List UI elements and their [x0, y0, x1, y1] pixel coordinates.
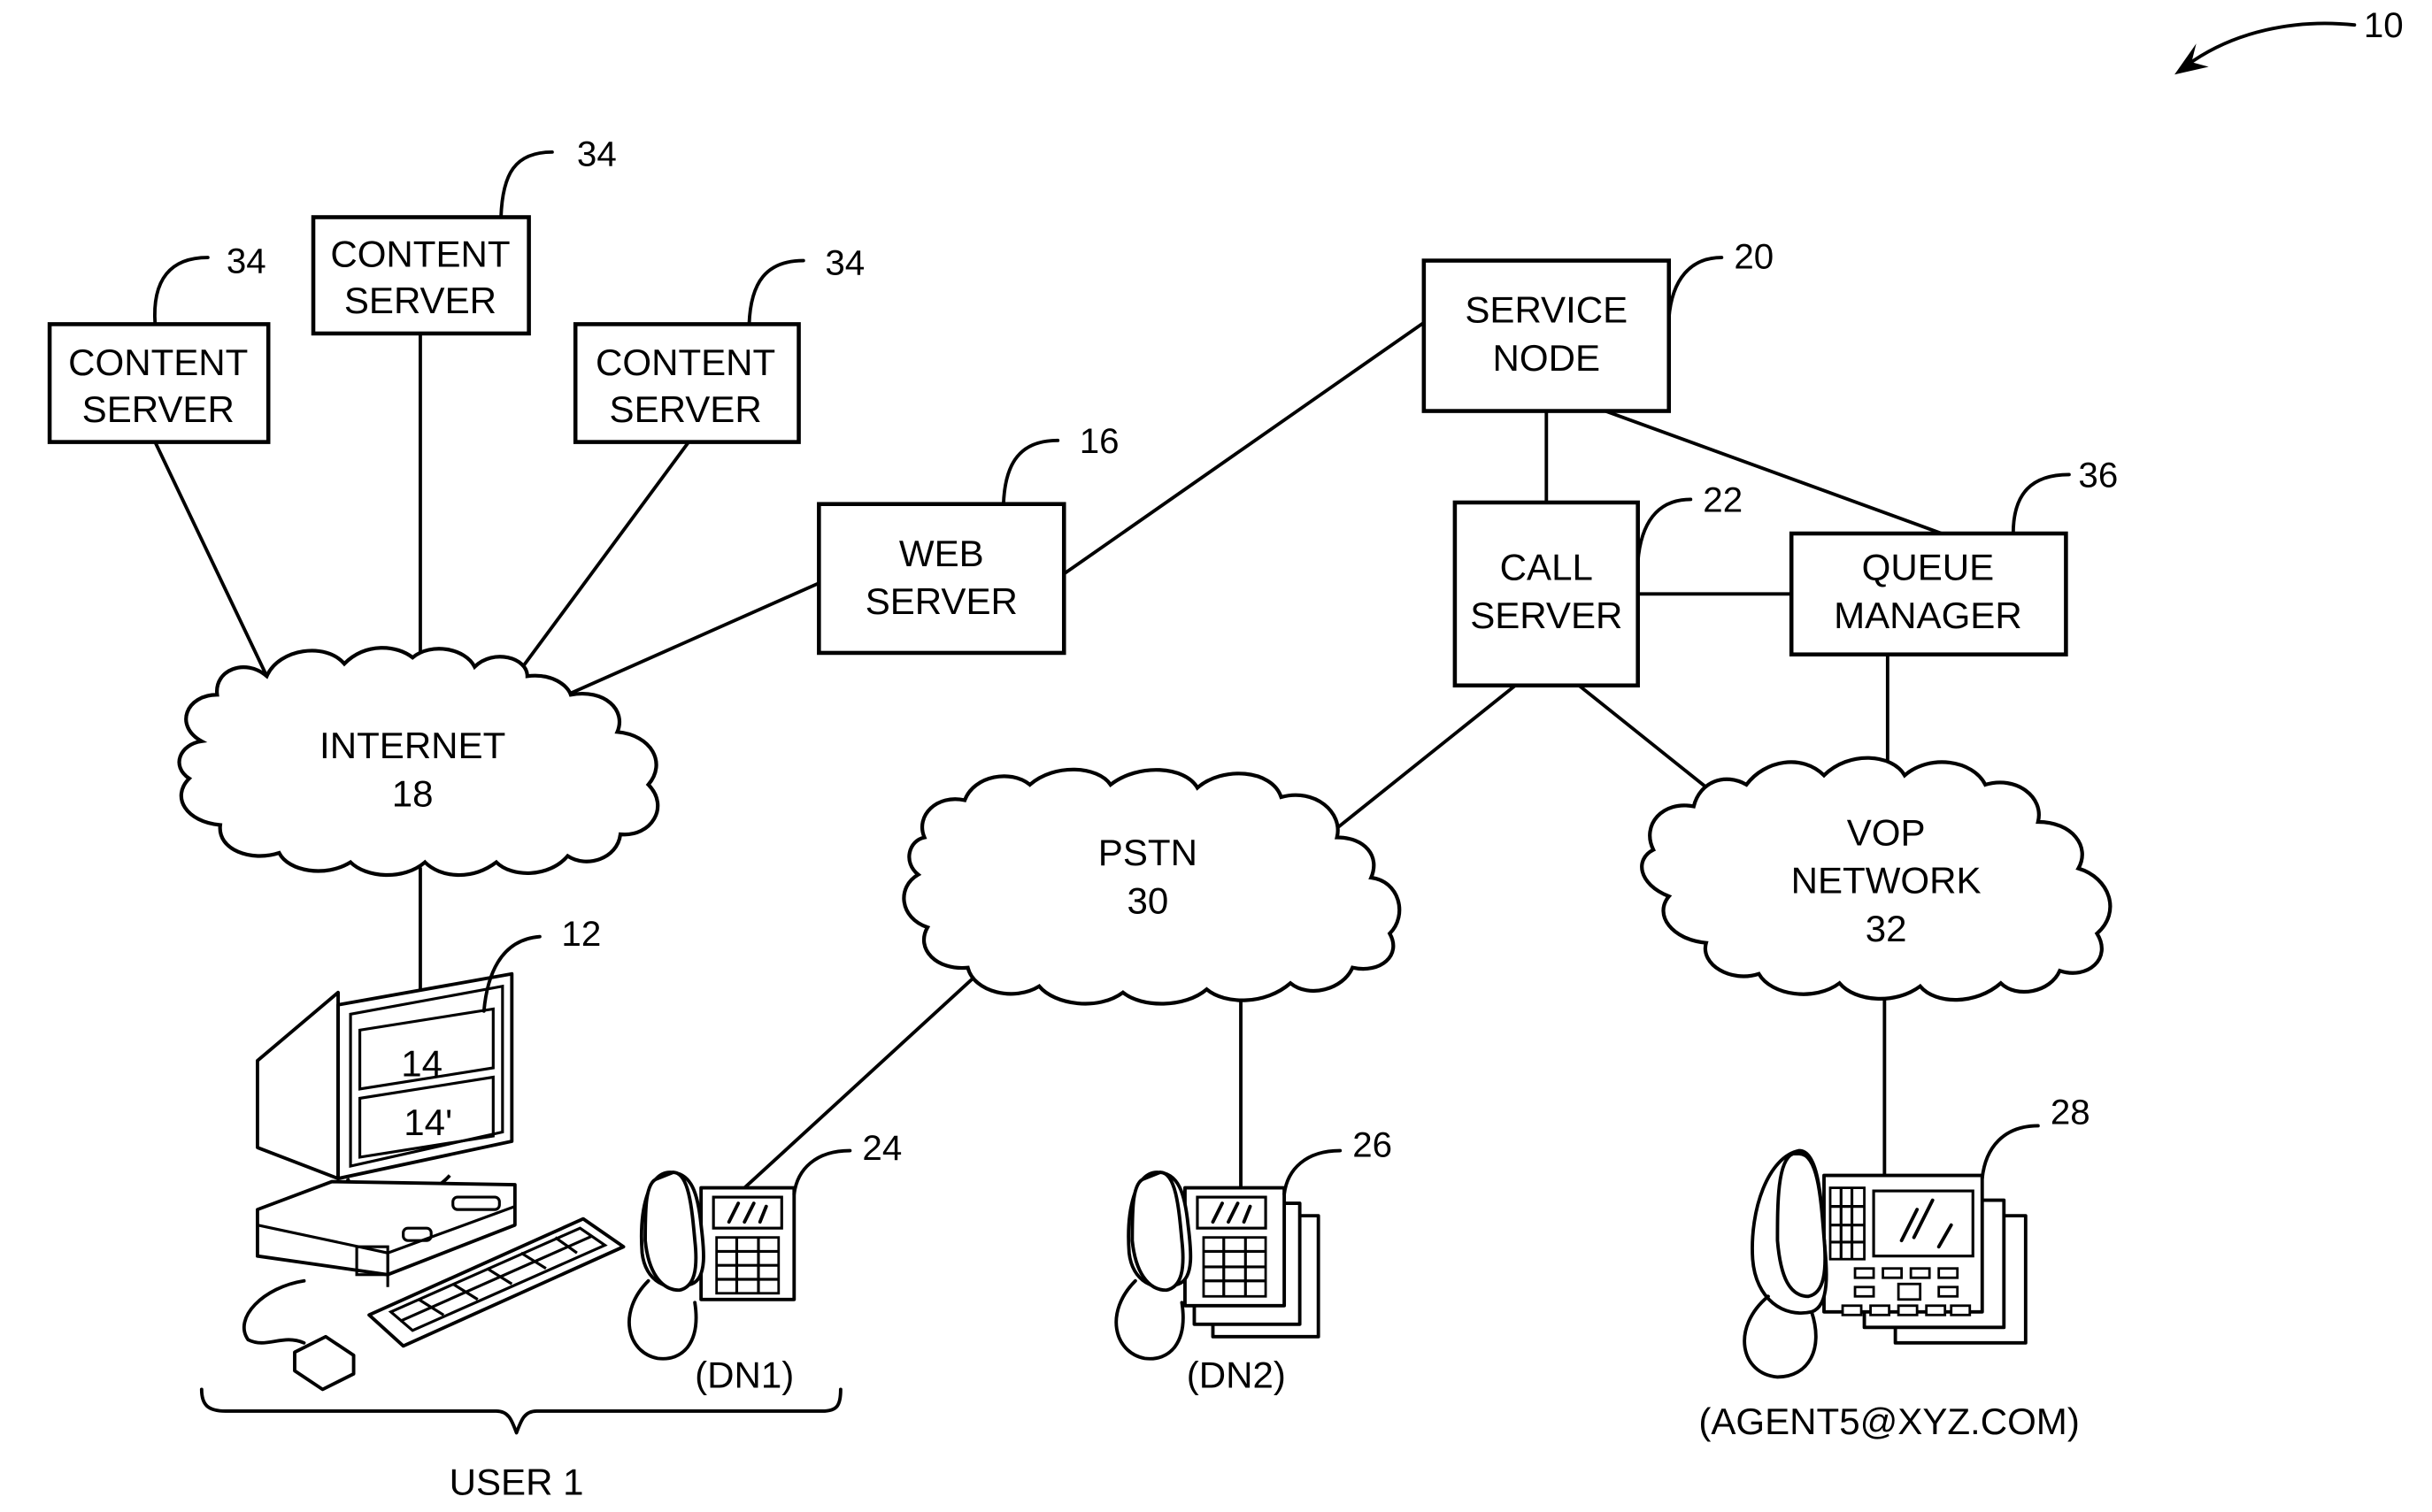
pstn-cloud: PSTN 30	[902, 767, 1402, 1006]
ref-number: 34	[577, 134, 617, 174]
ref-number: 16	[1080, 421, 1120, 461]
web-server: WEB SERVER 16	[817, 421, 1120, 656]
phone-dn1-label: (DN1)	[695, 1355, 794, 1396]
phone-agent-label: (AGENT5@XYZ.COM)	[1698, 1401, 2079, 1442]
svg-text:SERVER: SERVER	[610, 388, 762, 430]
user-group: USER 1	[199, 1387, 843, 1503]
svg-text:CALL: CALL	[1500, 547, 1593, 588]
ref-number: 26	[1352, 1125, 1392, 1165]
arrow-head-icon	[2174, 43, 2209, 75]
keypad	[1202, 1236, 1267, 1298]
ref-number: 36	[2078, 455, 2118, 495]
svg-text:14': 14'	[404, 1101, 452, 1143]
svg-text:SERVER: SERVER	[344, 280, 496, 321]
keypad	[1828, 1186, 1866, 1261]
network-diagram: 10 CONTENT SERVER 34 CONTENT SERVER 34 C	[47, 5, 2404, 1503]
mouse-icon	[293, 1334, 356, 1392]
svg-text:SERVICE: SERVICE	[1465, 289, 1628, 331]
monitor-body	[255, 990, 340, 1180]
svg-text:INTERNET: INTERNET	[319, 725, 505, 766]
link-web-internet	[569, 581, 821, 695]
handset-icon	[643, 1170, 698, 1293]
content-server-c: CONTENT SERVER 34	[573, 242, 865, 444]
handset-cord	[627, 1278, 698, 1361]
figure-reference: 10	[2174, 5, 2404, 75]
content-server-b: CONTENT SERVER 34	[311, 134, 617, 336]
link-call-pstn	[1335, 683, 1518, 830]
mouse-cable	[242, 1278, 306, 1345]
ref-number: 34	[227, 242, 266, 281]
content-server-a: CONTENT SERVER 34	[47, 242, 271, 444]
ref-number: 22	[1703, 480, 1743, 519]
svg-text:PSTN: PSTN	[1098, 832, 1197, 873]
svg-text:NODE: NODE	[1493, 337, 1600, 379]
leader-line	[2011, 472, 2071, 535]
leader-line	[499, 150, 554, 219]
internet-cloud: INTERNET 18	[177, 646, 660, 878]
phone-dn2: 26 (DN2)	[1114, 1125, 1392, 1396]
svg-text:30: 30	[1127, 879, 1168, 921]
brace	[199, 1387, 843, 1435]
leader-line	[152, 256, 210, 326]
link-content-c-internet	[520, 440, 691, 669]
leader-line	[747, 258, 805, 326]
keypad	[715, 1236, 781, 1295]
ref-number: 28	[2051, 1093, 2090, 1132]
ref-number: 24	[862, 1128, 902, 1168]
link-call-vop	[1577, 683, 1720, 799]
svg-text:WEB: WEB	[899, 533, 984, 574]
leader-line	[1635, 497, 1693, 564]
phone-agent: 28 (AGENT5@XYZ.COM)	[1698, 1093, 2090, 1443]
user-group-label: USER 1	[450, 1462, 584, 1503]
svg-text:SERVER: SERVER	[1470, 595, 1622, 636]
svg-text:VOP: VOP	[1847, 811, 1926, 853]
figure-ref-number: 10	[2364, 5, 2404, 45]
svg-text:NETWORK: NETWORK	[1791, 860, 1982, 902]
svg-text:32: 32	[1866, 908, 1907, 949]
ref-number: 34	[825, 242, 865, 282]
service-node: SERVICE NODE 20	[1421, 236, 1774, 413]
link-content-a-internet	[153, 440, 269, 679]
leader-line	[1980, 1124, 2040, 1180]
svg-text:CONTENT: CONTENT	[68, 342, 248, 383]
phone-dn2-label: (DN2)	[1187, 1355, 1286, 1396]
call-server: CALL SERVER 22	[1452, 480, 1743, 688]
svg-text:CONTENT: CONTENT	[596, 342, 775, 383]
computer: 14 14' 12	[242, 914, 626, 1392]
svg-text:MANAGER: MANAGER	[1834, 595, 2022, 636]
leader-line	[1282, 1148, 1343, 1196]
ref-number: 20	[1734, 236, 1774, 276]
svg-text:SERVER: SERVER	[82, 388, 235, 430]
system-unit	[255, 1179, 517, 1277]
svg-text:SERVER: SERVER	[866, 580, 1018, 622]
svg-text:CONTENT: CONTENT	[330, 234, 510, 275]
leader-line	[1001, 438, 1060, 506]
handset-cord	[1114, 1278, 1185, 1361]
leader-line	[1666, 256, 1724, 320]
svg-text:18: 18	[392, 772, 434, 814]
queue-manager: QUEUE MANAGER 36	[1789, 455, 2118, 656]
svg-text:QUEUE: QUEUE	[1862, 547, 1995, 588]
vop-network-cloud: VOP NETWORK 32	[1640, 756, 2113, 1002]
svg-text:14: 14	[401, 1042, 443, 1084]
leader-line	[792, 1148, 852, 1196]
handset-icon	[1130, 1170, 1185, 1293]
ref-number: 12	[561, 914, 601, 954]
